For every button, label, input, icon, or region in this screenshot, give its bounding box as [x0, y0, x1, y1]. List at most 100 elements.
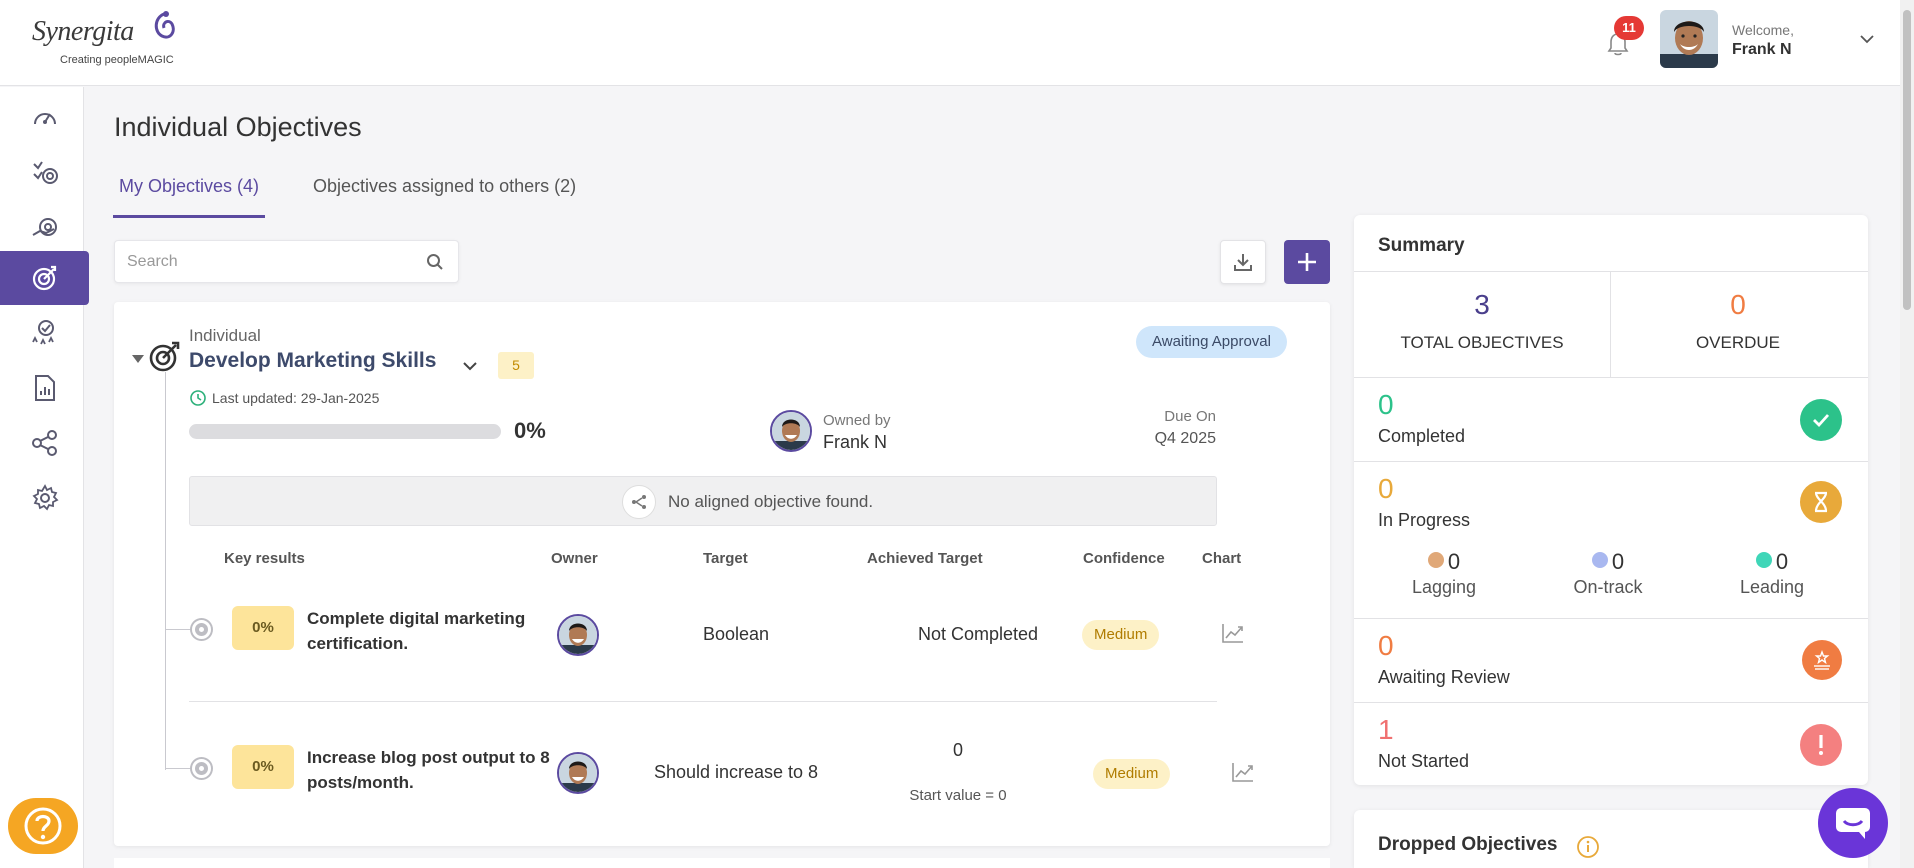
goals-checklist-icon [32, 161, 58, 184]
objective-target-icon [149, 341, 180, 372]
progress-bar [189, 424, 501, 439]
scrollbar-thumb[interactable] [1903, 10, 1911, 310]
completed-check-icon [1800, 399, 1842, 441]
trend-chart-icon[interactable] [1221, 622, 1245, 644]
alert-exclamation-icon [1800, 724, 1842, 766]
individual-objectives-icon [32, 265, 56, 291]
lagging-label: Lagging [1411, 577, 1477, 597]
in-progress-label: In Progress [1378, 510, 1471, 530]
aligned-objective-box: No aligned objective found. [189, 476, 1217, 526]
user-name[interactable]: Frank N [1732, 41, 1792, 59]
objective-type: Individual [189, 326, 261, 345]
logo-tagline: Creating peopleMAGIC [60, 54, 174, 66]
overdue-value[interactable]: 0 [1610, 289, 1866, 321]
sidebar [0, 87, 89, 868]
settings-gear-icon [31, 484, 59, 511]
sidebar-item-recognition[interactable] [0, 307, 89, 359]
next-objective-card [114, 858, 1330, 868]
dropped-objectives-panel[interactable]: Dropped Objectives [1354, 810, 1868, 868]
owner-avatar[interactable] [770, 410, 812, 452]
user-avatar[interactable] [1660, 10, 1718, 68]
tab-objectives-assigned-to-others[interactable]: Objectives assigned to others (2) [307, 176, 582, 215]
leading-stat[interactable]: 0 Leading [1712, 549, 1832, 598]
logo-text: Synergita [32, 16, 134, 47]
summary-title: Summary [1378, 235, 1465, 256]
chevron-down-icon[interactable] [460, 356, 480, 376]
objective-title[interactable]: Develop Marketing Skills [189, 349, 436, 373]
key-result-title[interactable]: Complete digital marketing certification… [307, 606, 557, 656]
progress-value: 0% [514, 418, 546, 443]
total-objectives-value[interactable]: 3 [1354, 289, 1610, 321]
search-box [114, 240, 459, 283]
key-result-owner-avatar[interactable] [557, 752, 599, 794]
lagging-stat[interactable]: 0 Lagging [1384, 549, 1504, 598]
search-icon[interactable] [426, 253, 444, 271]
key-result-status-dot[interactable] [192, 759, 211, 778]
sidebar-item-individual-objectives[interactable] [0, 251, 89, 305]
search-input[interactable] [127, 241, 417, 282]
collapse-caret-icon[interactable] [132, 354, 144, 364]
dropped-objectives-title: Dropped Objectives [1378, 834, 1558, 855]
download-icon [1234, 254, 1252, 271]
completed-value[interactable]: 0 [1378, 389, 1394, 421]
team-objectives-icon [32, 218, 57, 236]
ontrack-stat[interactable]: 0 On-track [1548, 549, 1668, 598]
download-button[interactable] [1220, 240, 1266, 284]
sidebar-item-network[interactable] [0, 417, 89, 469]
leading-label: Leading [1739, 577, 1805, 597]
leading-dot [1755, 552, 1772, 568]
awaiting-review-value[interactable]: 0 [1378, 630, 1394, 662]
ontrack-dot [1591, 552, 1608, 568]
synergita-logo[interactable]: Synergita Creating peopleMAGIC [32, 10, 182, 70]
summary-panel: Summary 3 TOTAL OBJECTIVES 0 OVERDUE 0 C… [1354, 215, 1868, 785]
chevron-down-icon[interactable] [1858, 30, 1876, 48]
key-result-status-dot[interactable] [192, 620, 211, 639]
recognition-award-icon [31, 320, 54, 345]
column-chart: Chart [1202, 550, 1242, 567]
alignment-icon [622, 485, 656, 519]
key-result-title[interactable]: Increase blog post output to 8 posts/mon… [307, 745, 557, 795]
key-result-count-badge: 5 [498, 352, 534, 379]
reports-icon [34, 375, 55, 401]
sidebar-item-goals[interactable] [0, 147, 89, 199]
not-started-label: Not Started [1378, 751, 1470, 771]
ontrack-label: On-track [1573, 577, 1643, 597]
key-result-start-value: Start value = 0 [909, 787, 1007, 804]
objective-card: Individual Develop Marketing Skills 5 Aw… [114, 302, 1330, 846]
help-button[interactable] [8, 798, 78, 854]
overdue-label: OVERDUE [1695, 333, 1781, 352]
ontrack-value: 0 [1611, 549, 1625, 574]
tab-my-objectives[interactable]: My Objectives (4) [113, 176, 266, 218]
question-mark-icon [24, 807, 62, 845]
sidebar-item-settings[interactable] [0, 472, 89, 524]
column-achieved-target: Achieved Target [867, 550, 983, 567]
not-started-value[interactable]: 1 [1378, 714, 1394, 746]
key-result-target: Should increase to 8 [653, 762, 819, 782]
total-objectives-label: TOTAL OBJECTIVES [1400, 333, 1564, 352]
chat-button[interactable] [1818, 788, 1888, 858]
clock-icon [190, 390, 206, 406]
trend-chart-icon[interactable] [1231, 761, 1255, 783]
in-progress-value[interactable]: 0 [1378, 473, 1394, 505]
due-on-value: Q4 2025 [1154, 430, 1216, 447]
review-stars-icon [1802, 640, 1842, 680]
column-owner: Owner [551, 550, 598, 567]
add-objective-button[interactable] [1284, 240, 1330, 284]
chat-bubble-icon [1836, 808, 1870, 839]
page-title: Individual Objectives [114, 112, 362, 142]
completed-label: Completed [1378, 426, 1466, 446]
hourglass-icon [1800, 481, 1842, 523]
confidence-badge[interactable]: Medium [1082, 620, 1160, 650]
sidebar-item-team-objectives[interactable] [0, 202, 89, 254]
last-updated: Last updated: 29-Jan-2025 [212, 390, 380, 406]
sidebar-item-dashboard[interactable] [0, 92, 89, 144]
key-result-owner-avatar[interactable] [557, 614, 599, 656]
lagging-dot [1427, 552, 1444, 568]
confidence-badge[interactable]: Medium [1093, 759, 1171, 789]
no-aligned-objective-text: No aligned objective found. [668, 492, 874, 511]
sidebar-item-reports[interactable] [0, 362, 89, 414]
key-result-achieved: 0 [952, 740, 963, 760]
due-on-label: Due On [1164, 408, 1216, 425]
info-icon[interactable] [1576, 835, 1600, 859]
page-scrollbar[interactable] [1900, 0, 1914, 868]
